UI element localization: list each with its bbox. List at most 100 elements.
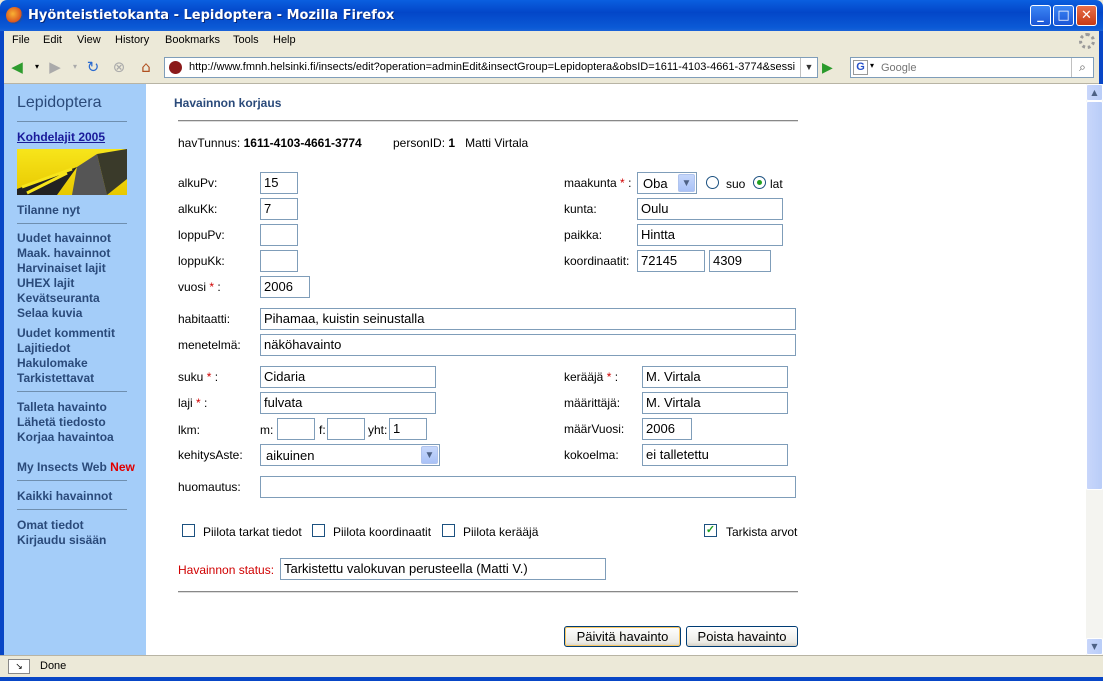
lat-radio[interactable]	[753, 176, 766, 189]
new-badge: New	[110, 460, 135, 474]
window-frame-bottom	[0, 677, 1103, 681]
forward-icon[interactable]: ▶	[46, 58, 64, 76]
f-input[interactable]	[327, 418, 365, 440]
suku-label-text: suku	[178, 370, 204, 384]
kunta-input[interactable]: Oulu	[637, 198, 783, 220]
menu-history[interactable]: History	[115, 34, 149, 46]
scroll-thumb[interactable]	[1086, 101, 1103, 490]
maarvuosi-input[interactable]: 2006	[642, 418, 692, 440]
butterfly-image[interactable]	[17, 149, 127, 195]
maximize-button[interactable]: □	[1053, 5, 1074, 26]
hide-collector-checkbox[interactable]	[442, 524, 455, 537]
kehitysaste-select[interactable]: aikuinen ▼	[260, 444, 440, 466]
vuosi-label: vuosi * :	[178, 280, 221, 294]
url-text[interactable]: http://www.fmnh.helsinki.fi/insects/edit…	[189, 61, 799, 73]
havtunnus-label: havTunnus:	[178, 136, 241, 150]
chevron-down-icon[interactable]: ▼	[421, 446, 438, 464]
search-icon[interactable]: ⌕	[1071, 58, 1093, 77]
label-colon: :	[204, 396, 208, 410]
sidebar-link-laheta-tiedosto[interactable]: Lähetä tiedosto	[17, 415, 106, 429]
reload-icon[interactable]: ↻	[84, 58, 102, 76]
scroll-up-icon[interactable]: ▲	[1086, 84, 1103, 101]
sidebar-link-my-insects-web[interactable]: My Insects Web New	[17, 460, 135, 474]
sidebar-link-kaikki-havainnot[interactable]: Kaikki havainnot	[17, 489, 112, 503]
menu-view[interactable]: View	[77, 34, 101, 46]
check-values-label: Tarkista arvot	[726, 525, 798, 539]
loppukk-input[interactable]	[260, 250, 298, 272]
laji-input[interactable]: fulvata	[260, 392, 436, 414]
menu-edit[interactable]: Edit	[43, 34, 62, 46]
huomautus-label: huomautus:	[178, 480, 241, 494]
sidebar-link-tilanne[interactable]: Tilanne nyt	[17, 203, 80, 217]
minimize-button[interactable]: _	[1030, 5, 1051, 26]
alkupv-input[interactable]: 15	[260, 172, 298, 194]
back-dropdown-icon[interactable]: ▾	[28, 58, 46, 76]
vuosi-input[interactable]: 2006	[260, 276, 310, 298]
label-colon: :	[217, 280, 221, 294]
sidebar-link-selaa-kuvia[interactable]: Selaa kuvia	[17, 306, 82, 320]
menetelma-input[interactable]: näköhavainto	[260, 334, 796, 356]
yht-label: yht:	[368, 423, 388, 437]
suo-radio[interactable]	[706, 176, 719, 189]
sidebar-link-uhex-lajit[interactable]: UHEX lajit	[17, 276, 74, 290]
required-marker: *	[620, 176, 625, 190]
menu-tools[interactable]: Tools	[233, 34, 259, 46]
maarittaja-input[interactable]: M. Virtala	[642, 392, 788, 414]
go-icon[interactable]: ▶	[822, 60, 838, 76]
check-values-checkbox[interactable]: ✓	[704, 524, 717, 537]
menu-help[interactable]: Help	[273, 34, 296, 46]
back-icon[interactable]: ◀	[8, 58, 26, 76]
m-input[interactable]	[277, 418, 315, 440]
habitaatti-input[interactable]: Pihamaa, kuistin seinustalla	[260, 308, 796, 330]
kokoelma-input[interactable]: ei talletettu	[642, 444, 788, 466]
sidebar-link-maak-havainnot[interactable]: Maak. havainnot	[17, 246, 110, 260]
scroll-down-icon[interactable]: ▼	[1086, 638, 1103, 655]
forward-dropdown-icon[interactable]: ▾	[66, 58, 84, 76]
keraaja-input[interactable]: M. Virtala	[642, 366, 788, 388]
personid-value: 1	[448, 136, 456, 150]
browser-window: Hyönteistietokanta - Lepidoptera - Mozil…	[0, 0, 1103, 681]
sidebar-link-tarkistettavat[interactable]: Tarkistettavat	[17, 371, 94, 385]
sidebar-link-kohdelajit[interactable]: Kohdelajit 2005	[17, 130, 105, 144]
sidebar-link-hakulomake[interactable]: Hakulomake	[17, 356, 88, 370]
url-dropdown-icon[interactable]: ▼	[800, 58, 817, 77]
status-icon: ↘	[8, 659, 30, 674]
vertical-scrollbar[interactable]: ▲ ▼	[1086, 84, 1103, 655]
sidebar-link-harvinaiset-lajit[interactable]: Harvinaiset lajit	[17, 261, 106, 275]
delete-button[interactable]: Poista havainto	[686, 626, 798, 647]
paikka-input[interactable]: Hintta	[637, 224, 783, 246]
sidebar-link-omat-tiedot[interactable]: Omat tiedot	[17, 518, 84, 532]
alkukk-input[interactable]: 7	[260, 198, 298, 220]
chevron-down-icon[interactable]: ▼	[678, 174, 695, 192]
hide-details-checkbox[interactable]	[182, 524, 195, 537]
google-icon[interactable]: G	[853, 60, 868, 75]
search-box[interactable]: G ▾ ⌕	[850, 57, 1094, 78]
update-button[interactable]: Päivitä havainto	[564, 626, 681, 647]
stop-icon[interactable]: ⊗	[110, 58, 128, 76]
yht-input[interactable]: 1	[389, 418, 427, 440]
sidebar-link-talleta-havainto[interactable]: Talleta havainto	[17, 400, 107, 414]
koordinaatit-e-input[interactable]: 4309	[709, 250, 771, 272]
address-bar[interactable]: http://www.fmnh.helsinki.fi/insects/edit…	[164, 57, 818, 78]
home-icon[interactable]: ⌂	[137, 58, 155, 76]
required-marker: *	[196, 396, 201, 410]
sidebar-link-uudet-havainnot[interactable]: Uudet havainnot	[17, 231, 111, 245]
hide-coords-checkbox[interactable]	[312, 524, 325, 537]
menu-bookmarks[interactable]: Bookmarks	[165, 34, 220, 46]
menu-file[interactable]: File	[12, 34, 30, 46]
sidebar-link-kevatseuranta[interactable]: Kevätseuranta	[17, 291, 100, 305]
suku-label: suku * :	[178, 370, 218, 384]
koordinaatit-n-input[interactable]: 72145	[637, 250, 705, 272]
loppupv-input[interactable]	[260, 224, 298, 246]
close-button[interactable]: ✕	[1076, 5, 1097, 26]
sidebar-link-lajitiedot[interactable]: Lajitiedot	[17, 341, 70, 355]
sidebar-link-korjaa-havaintoa[interactable]: Korjaa havaintoa	[17, 430, 114, 444]
maakunta-select[interactable]: Oba ▼	[637, 172, 697, 194]
status-input[interactable]: Tarkistettu valokuvan perusteella (Matti…	[280, 558, 606, 580]
suku-input[interactable]: Cidaria	[260, 366, 436, 388]
search-input[interactable]	[881, 59, 1071, 76]
sidebar-link-uudet-kommentit[interactable]: Uudet kommentit	[17, 326, 115, 340]
huomautus-input[interactable]	[260, 476, 796, 498]
search-engine-dropdown-icon[interactable]: ▾	[870, 61, 874, 70]
sidebar-link-kirjaudu-sisaan[interactable]: Kirjaudu sisään	[17, 533, 106, 547]
